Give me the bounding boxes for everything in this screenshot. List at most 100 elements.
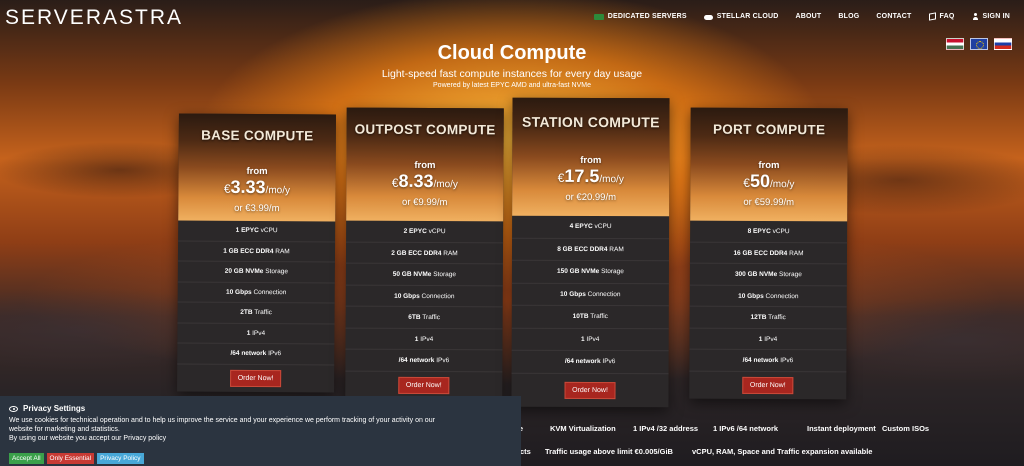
plan-price: €3.33/mo/y [178, 177, 335, 200]
plan-feature: 4 EPYC vCPU [512, 215, 670, 239]
nav-label: ABOUT [795, 13, 822, 20]
plan-price: €50/mo/y [690, 170, 847, 195]
feature-strip-item: Custom ISOs [882, 424, 930, 433]
order-area: Order Now! [689, 371, 846, 399]
feature-strip-item: Instant deployment [807, 424, 876, 433]
feature-strip-item: 1 IPv4 /32 address [633, 424, 699, 433]
plan-feature: 10 Gbps Connection [689, 285, 847, 308]
plan-header: BASE COMPUTE from €3.33/mo/y or €3.99/m [178, 113, 336, 222]
order-now-button[interactable]: Order Now! [397, 376, 450, 394]
plan-feature: 8 EPYC vCPU [690, 220, 848, 243]
price-period: /mo/y [265, 185, 291, 197]
plan-feature: 12TB Traffic [689, 306, 847, 329]
plan-feature: 16 GB ECC DDR4 RAM [689, 242, 848, 265]
privacy-title-text: Privacy Settings [23, 404, 86, 413]
nav-blog[interactable]: BLOG [838, 13, 859, 20]
plan-feature: 20 GB NVMe Storage [177, 261, 335, 284]
privacy-line: By using our website you accept our Priv… [9, 435, 167, 442]
price-value: 50 [749, 170, 771, 192]
nav-label: CONTACT [876, 13, 912, 20]
feature-strip-item: cts [520, 447, 531, 456]
price-value: 8.33 [398, 170, 434, 192]
plan-feature: 1 IPv4 [177, 322, 335, 345]
plan-title: BASE COMPUTE [201, 127, 314, 144]
plan-feature: 10 Gbps Connection [345, 285, 503, 308]
page-tagline: Powered by latest EPYC AMD and ultra-fas… [433, 82, 591, 89]
plan-feature: 300 GB NVMe Storage [689, 263, 847, 286]
plan-feature: 2TB Traffic [177, 302, 335, 325]
plan-title: OUTPOST COMPUTE [354, 121, 496, 138]
plan-title: STATION COMPUTE [522, 113, 660, 131]
nav-label: DEDICATED SERVERS [607, 13, 687, 20]
plan-feature: 150 GB NVMe Storage [511, 260, 669, 284]
order-now-button[interactable]: Order Now! [741, 376, 794, 394]
plan-monthly-price: or €9.99/m [402, 196, 448, 209]
page-title: Cloud Compute [437, 42, 587, 64]
plan-feature: 10 Gbps Connection [177, 281, 335, 304]
plan-feature: 10TB Traffic [511, 305, 669, 329]
order-area: Order Now! [177, 364, 334, 392]
plan-feature: 1 EPYC vCPU [178, 220, 336, 243]
privacy-banner: Privacy Settings We use cookies for tech… [0, 396, 521, 466]
plan-header: STATION COMPUTE from €17.5/mo/y or €20.9… [512, 97, 670, 217]
server-icon [593, 13, 604, 20]
privacy-text: We use cookies for technical operation a… [9, 416, 512, 443]
nav-stellar-cloud[interactable]: STELLAR CLOUD [703, 13, 779, 20]
plan-from-label: from [246, 165, 268, 178]
plan-feature: /64 network IPv6 [345, 349, 503, 372]
cloud-icon [703, 15, 713, 20]
privacy-line: We use cookies for technical operation a… [9, 417, 435, 424]
nav-label: BLOG [838, 13, 860, 20]
feature-strip-item: vCPU, RAM, Space and Traffic expansion a… [692, 447, 873, 456]
nav-faq[interactable]: FAQ [928, 12, 955, 21]
feature-strip-item: KVM Virtualization [550, 424, 616, 433]
order-area: Order Now! [345, 371, 502, 399]
nav-label: SIGN IN [982, 13, 1010, 20]
plan-feature: 6TB Traffic [345, 306, 503, 329]
plan-header: PORT COMPUTE from €50/mo/y or €59.99/m [690, 107, 848, 222]
accept-all-button[interactable]: Accept All [9, 453, 44, 464]
privacy-policy-button[interactable]: Privacy Policy [97, 453, 144, 464]
plan-header: OUTPOST COMPUTE from €8.33/mo/y or €9.99… [346, 107, 504, 222]
feature-strip-item: 1 IPv6 /64 network [713, 424, 779, 433]
page-subtitle: Light-speed fast compute instances for e… [381, 68, 643, 80]
user-icon [972, 13, 979, 20]
plan-card-port: PORT COMPUTE from €50/mo/y or €59.99/m 8… [689, 107, 848, 399]
price-period: /mo/y [599, 174, 624, 186]
privacy-line: website for marketing and statistics. [9, 426, 120, 433]
nav-contact[interactable]: CONTACT [876, 13, 911, 20]
order-area: Order Now! [511, 373, 668, 407]
feature-strip-item: Traffic usage above limit €0.005/GiB [545, 447, 673, 456]
book-icon [928, 12, 936, 21]
plan-from-label: from [758, 159, 780, 172]
price-value: 3.33 [230, 176, 266, 198]
site-logo[interactable]: SERVERASTRA [5, 6, 183, 30]
nav-dedicated-servers[interactable]: DEDICATED SERVERS [593, 13, 687, 20]
price-period: /mo/y [769, 179, 795, 191]
plan-feature: 8 GB ECC DDR4 RAM [511, 238, 670, 262]
plan-card-base: BASE COMPUTE from €3.33/mo/y or €3.99/m … [177, 113, 336, 393]
plan-feature: /64 network IPv6 [177, 343, 335, 366]
plan-feature: 2 GB ECC DDR4 RAM [345, 242, 504, 265]
plan-feature: 2 EPYC vCPU [346, 220, 504, 243]
plan-feature: /64 network IPv6 [689, 349, 847, 372]
plan-title: PORT COMPUTE [712, 121, 826, 138]
nav-about[interactable]: ABOUT [796, 13, 822, 20]
plan-feature: 1 IPv4 [689, 328, 847, 351]
plan-monthly-price: or €20.99/m [565, 191, 617, 204]
privacy-title: Privacy Settings [9, 404, 512, 413]
nav-label: FAQ [939, 13, 955, 20]
plan-feature: 1 IPv4 [345, 328, 503, 351]
plan-feature: 50 GB NVMe Storage [345, 263, 503, 286]
plan-from-label: from [580, 154, 602, 167]
price-value: 17.5 [564, 165, 600, 187]
only-essential-button[interactable]: Only Essential [46, 453, 95, 464]
privacy-buttons: Accept All Only Essential Privacy Policy [9, 453, 144, 464]
plan-price: €8.33/mo/y [346, 170, 503, 195]
nav-sign-in[interactable]: SIGN IN [972, 13, 1010, 20]
plan-from-label: from [414, 159, 436, 172]
order-now-button[interactable]: Order Now! [564, 381, 616, 399]
plan-monthly-price: or €3.99/m [234, 202, 280, 215]
nav-label: STELLAR CLOUD [716, 13, 779, 20]
order-now-button[interactable]: Order Now! [229, 369, 282, 387]
